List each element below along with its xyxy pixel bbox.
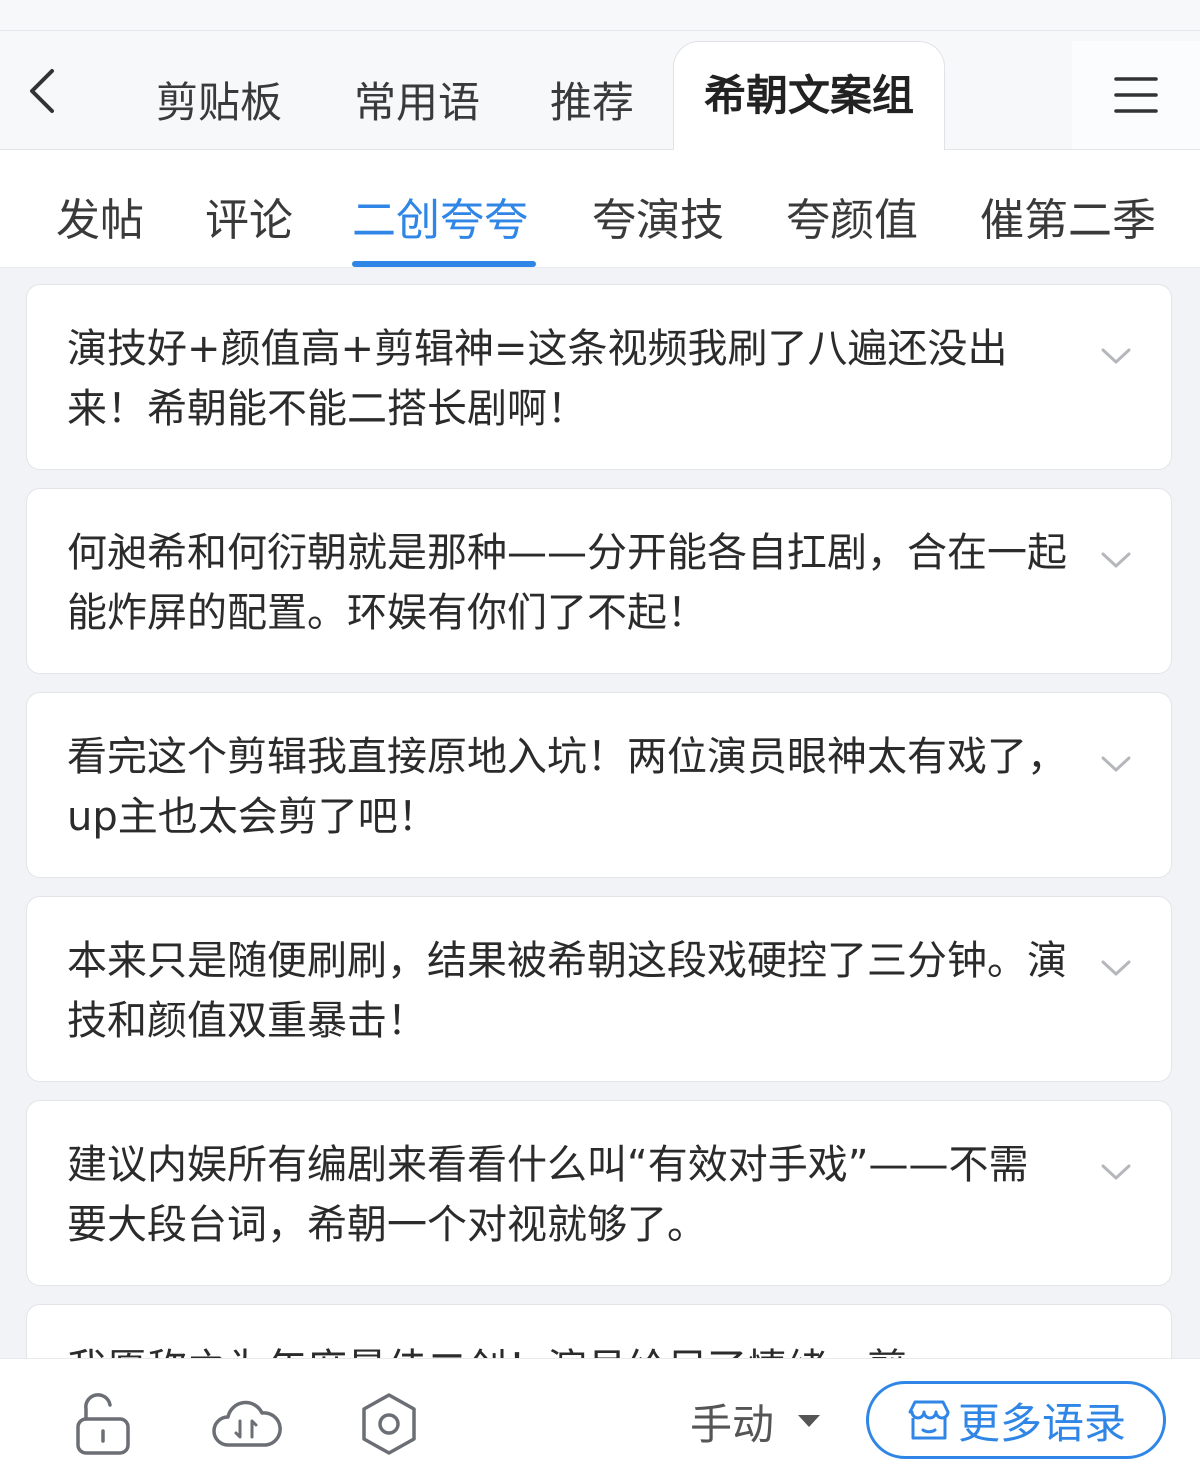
- phrase-text: 建议内娱所有编剧来看看什么叫“有效对手戏”——不需要大段台词，希朝一个对视就够了…: [67, 1142, 1029, 1248]
- more-phrases-button[interactable]: 更多语录: [866, 1381, 1166, 1459]
- lock-open-icon[interactable]: [72, 1391, 138, 1457]
- top-tab-bar: 剪贴板 常用语 推荐 希朝文案组: [0, 31, 1200, 150]
- phrase-card[interactable]: 看完这个剪辑我直接原地入坑！两位演员眼神太有戏了，up主也太会剪了吧！: [26, 692, 1172, 878]
- store-icon: [908, 1400, 950, 1440]
- hexagon-settings-icon[interactable]: [356, 1391, 422, 1457]
- phrase-list[interactable]: 演技好+颜值高+剪辑神=这条视频我刷了八遍还没出来！希朝能不能二搭长剧啊！ 何昶…: [26, 284, 1174, 1358]
- phrase-text: 演技好+颜值高+剪辑神=这条视频我刷了八遍还没出来！希朝能不能二搭长剧啊！: [67, 326, 1008, 432]
- chevron-down-icon[interactable]: [1099, 339, 1133, 373]
- subtab-comment[interactable]: 评论: [205, 184, 293, 248]
- subtab-post[interactable]: 发帖: [56, 184, 144, 248]
- cloud-sync-icon[interactable]: [210, 1391, 282, 1457]
- subtab-urge-season-two[interactable]: 催第二季: [980, 184, 1156, 248]
- status-strip: [0, 0, 1200, 31]
- phrase-text: 本来只是随便刷刷，结果被希朝这段戏硬控了三分钟。演技和颜值双重暴击！: [67, 938, 1067, 1044]
- phrase-text: 何昶希和何衍朝就是那种——分开能各自扛剧，合在一起能炸屏的配置。环娱有你们了不起…: [67, 530, 1067, 636]
- chevron-left-icon: [30, 69, 54, 113]
- active-tab-indicator: [352, 261, 536, 267]
- phrase-text: 看完这个剪辑我直接原地入坑！两位演员眼神太有戏了，up主也太会剪了吧！: [67, 734, 1067, 840]
- tab-clipboard[interactable]: 剪贴板: [156, 69, 282, 130]
- chevron-down-icon[interactable]: [1099, 747, 1133, 781]
- mode-selector[interactable]: 手动: [690, 1391, 774, 1452]
- menu-button[interactable]: [1072, 41, 1200, 149]
- sub-tab-bar: 发帖 评论 二创夸夸 夸演技 夸颜值 催第二季: [0, 150, 1200, 268]
- tab-recommend[interactable]: 推荐: [550, 69, 634, 130]
- hamburger-menu-icon: [1114, 77, 1158, 113]
- more-phrases-label: 更多语录: [957, 1398, 1126, 1448]
- subtab-fan-edit-praise[interactable]: 二创夸夸: [352, 184, 528, 248]
- phrase-card[interactable]: 建议内娱所有编剧来看看什么叫“有效对手戏”——不需要大段台词，希朝一个对视就够了…: [26, 1100, 1172, 1286]
- bottom-toolbar: 手动 更多语录: [0, 1358, 1200, 1480]
- back-button[interactable]: [20, 67, 68, 115]
- subtab-praise-looks[interactable]: 夸颜值: [786, 184, 918, 248]
- caret-down-icon[interactable]: [798, 1415, 820, 1427]
- tab-common-phrases[interactable]: 常用语: [354, 69, 480, 130]
- chevron-down-icon[interactable]: [1099, 1155, 1133, 1189]
- phrase-card[interactable]: 何昶希和何衍朝就是那种——分开能各自扛剧，合在一起能炸屏的配置。环娱有你们了不起…: [26, 488, 1172, 674]
- chevron-down-icon[interactable]: [1099, 543, 1133, 577]
- phrase-text: 我愿称之为年度最佳二创！演员给足了情绪，剪: [67, 1339, 1067, 1358]
- phrase-card[interactable]: 演技好+颜值高+剪辑神=这条视频我刷了八遍还没出来！希朝能不能二搭长剧啊！: [26, 284, 1172, 470]
- chevron-down-icon[interactable]: [1099, 951, 1133, 985]
- tab-xichao-copy-group[interactable]: 希朝文案组: [673, 41, 946, 150]
- subtab-praise-acting[interactable]: 夸演技: [592, 184, 724, 248]
- phrase-card[interactable]: 本来只是随便刷刷，结果被希朝这段戏硬控了三分钟。演技和颜值双重暴击！: [26, 896, 1172, 1082]
- phrase-card[interactable]: 我愿称之为年度最佳二创！演员给足了情绪，剪: [26, 1304, 1172, 1358]
